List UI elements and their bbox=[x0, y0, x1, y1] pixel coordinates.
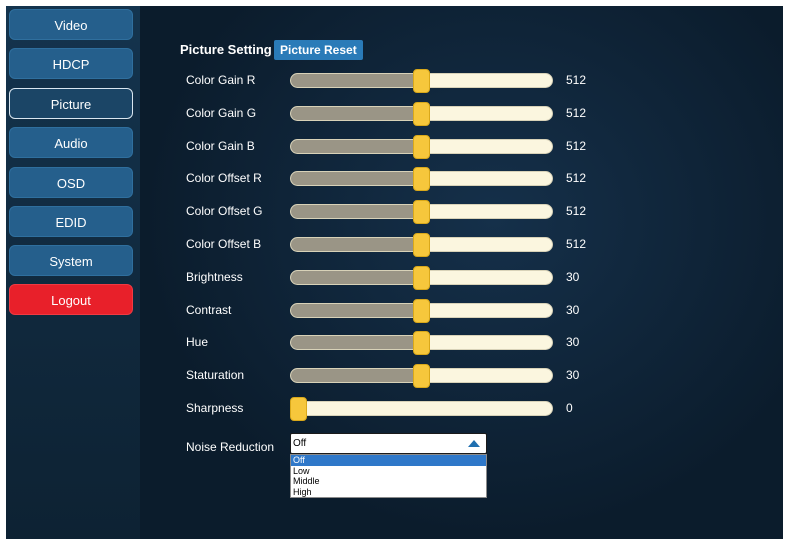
picture-reset-button[interactable]: Picture Reset bbox=[274, 40, 363, 60]
slider-label: Sharpness bbox=[186, 401, 244, 415]
sidebar-item-osd[interactable]: OSD bbox=[9, 167, 133, 198]
option-middle[interactable]: Middle bbox=[291, 476, 486, 487]
slider-value: 512 bbox=[566, 138, 587, 153]
slider-fill bbox=[291, 205, 423, 219]
slider-row: Color Gain G 512 bbox=[140, 101, 783, 126]
slider-fill bbox=[291, 303, 423, 317]
noise-reduction-select[interactable]: Off bbox=[290, 433, 487, 454]
caret-up-icon bbox=[468, 440, 480, 447]
slider-label: Color Gain G bbox=[186, 105, 257, 120]
slider-fill bbox=[291, 106, 423, 120]
noise-reduction-dropdown: Off Low Middle High bbox=[290, 454, 487, 498]
slider-value: 30 bbox=[566, 335, 580, 350]
slider-thumb[interactable] bbox=[413, 364, 430, 389]
slider-thumb[interactable] bbox=[413, 265, 430, 290]
sidebar-item-audio[interactable]: Audio bbox=[9, 127, 133, 158]
sidebar: Video HDCP Picture Audio OSD EDID System… bbox=[6, 6, 140, 539]
slider-label: Staturation bbox=[186, 368, 245, 383]
slider-label: Hue bbox=[186, 335, 209, 350]
slider-value: 512 bbox=[566, 105, 587, 120]
noise-reduction-selected-value: Off bbox=[293, 438, 307, 449]
slider-thumb[interactable] bbox=[413, 298, 430, 323]
slider-label: Color Gain R bbox=[186, 73, 256, 87]
slider-value: 30 bbox=[566, 368, 580, 383]
slider-row: Hue 30 bbox=[140, 331, 783, 356]
sidebar-item-edid[interactable]: EDID bbox=[9, 206, 133, 237]
slider-fill bbox=[291, 270, 423, 284]
sidebar-item-system[interactable]: System bbox=[9, 245, 133, 276]
noise-reduction-label: Noise Reduction bbox=[186, 440, 275, 454]
slider-label: Contrast bbox=[186, 302, 232, 317]
slider-row: Color Offset R 512 bbox=[140, 167, 783, 192]
slider-row: Color Gain R 512 bbox=[140, 69, 783, 93]
slider-track[interactable] bbox=[290, 401, 553, 416]
main-panel: Picture Setting Picture Reset Color Gain… bbox=[140, 6, 783, 539]
slider-thumb[interactable] bbox=[413, 69, 430, 93]
slider-fill bbox=[291, 74, 423, 87]
sidebar-item-picture[interactable]: Picture bbox=[9, 88, 133, 119]
logout-button[interactable]: Logout bbox=[9, 284, 133, 315]
slider-label: Brightness bbox=[186, 269, 243, 284]
option-off[interactable]: Off bbox=[291, 455, 486, 466]
sidebar-item-hdcp[interactable]: HDCP bbox=[9, 48, 133, 79]
slider-fill bbox=[291, 369, 423, 383]
slider-value: 0 bbox=[566, 401, 573, 415]
slider-row: Contrast 30 bbox=[140, 298, 783, 323]
page-title: Picture Setting bbox=[180, 42, 272, 57]
slider-value: 512 bbox=[566, 204, 587, 219]
slider-thumb[interactable] bbox=[413, 101, 430, 126]
slider-thumb[interactable] bbox=[413, 167, 430, 192]
slider-fill bbox=[291, 238, 423, 251]
slider-thumb[interactable] bbox=[413, 331, 430, 356]
slider-label: Color Offset B bbox=[186, 237, 262, 251]
slider-fill bbox=[291, 139, 423, 153]
option-high[interactable]: High bbox=[291, 487, 486, 498]
slider-row: Color Offset G 512 bbox=[140, 200, 783, 225]
slider-value: 30 bbox=[566, 302, 580, 317]
slider-row: Color Offset B 512 bbox=[140, 233, 783, 257]
slider-label: Color Gain B bbox=[186, 138, 255, 153]
slider-value: 512 bbox=[566, 237, 587, 251]
slider-thumb[interactable] bbox=[290, 397, 307, 421]
slider-thumb[interactable] bbox=[413, 233, 430, 257]
slider-value: 512 bbox=[566, 171, 587, 186]
slider-label: Color Offset R bbox=[186, 171, 262, 186]
slider-row: Staturation 30 bbox=[140, 364, 783, 389]
slider-fill bbox=[291, 336, 423, 350]
option-low[interactable]: Low bbox=[291, 466, 486, 477]
app-frame: Video HDCP Picture Audio OSD EDID System… bbox=[6, 6, 783, 539]
slider-row: Sharpness 0 bbox=[140, 397, 783, 421]
slider-thumb[interactable] bbox=[413, 200, 430, 225]
slider-row: Brightness 30 bbox=[140, 265, 783, 290]
slider-thumb[interactable] bbox=[413, 134, 430, 159]
sidebar-item-video[interactable]: Video bbox=[9, 9, 133, 40]
slider-row: Color Gain B 512 bbox=[140, 134, 783, 159]
slider-label: Color Offset G bbox=[186, 204, 263, 219]
slider-value: 512 bbox=[566, 73, 587, 87]
slider-fill bbox=[291, 172, 423, 186]
slider-value: 30 bbox=[566, 269, 580, 284]
